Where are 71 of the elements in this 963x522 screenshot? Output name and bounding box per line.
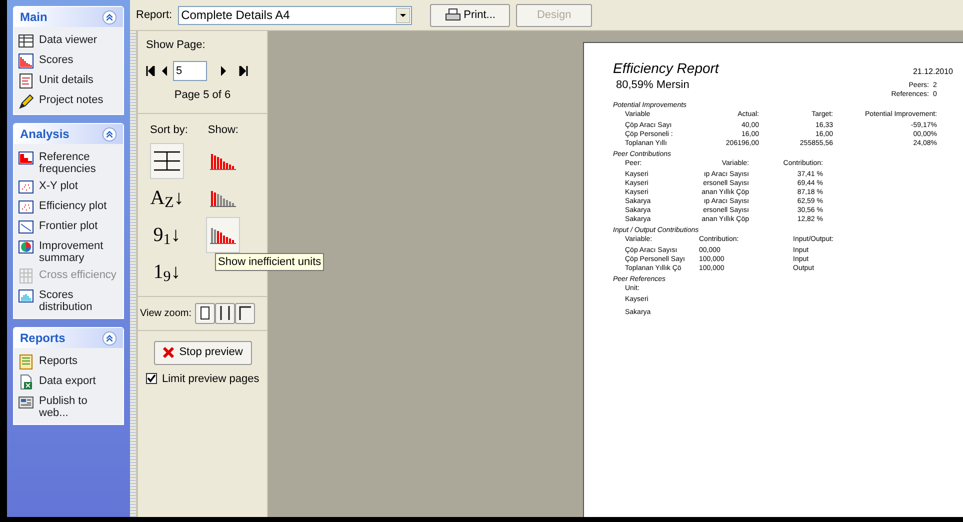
collapse-icon[interactable] (102, 126, 117, 142)
nav-item[interactable]: Project notes (18, 92, 119, 109)
report-select[interactable]: Complete Details A4 (178, 6, 412, 24)
panel-title: Main (20, 9, 48, 26)
bar-chart-icon (210, 152, 236, 170)
nav-item[interactable]: Data export (18, 373, 119, 390)
nav-item[interactable]: Unit details (18, 72, 119, 89)
pen-icon (18, 93, 34, 109)
page-icon (200, 306, 210, 320)
bar-chart-icon (210, 188, 236, 206)
web-page-icon (18, 394, 34, 410)
scatter-plot-icon (18, 179, 34, 195)
chart-icon (18, 150, 34, 166)
zoom-button[interactable] (234, 302, 255, 324)
limit-preview-label: Limit preview pages (162, 372, 260, 386)
nav-item[interactable]: Data viewer (18, 32, 119, 49)
nav-item[interactable]: Publish to web... (18, 393, 119, 419)
spreadsheet-export-icon (18, 374, 34, 390)
sort-button[interactable]: 9$_{1}$↓ (150, 216, 184, 252)
close-icon (162, 346, 176, 359)
report-title: Efficiency Report (613, 60, 719, 76)
previous-page-icon[interactable] (161, 66, 167, 76)
page-info: Page 5 of 6 (174, 88, 231, 102)
sort-button[interactable]: 1$_{9}$↓ (150, 254, 184, 290)
print-button[interactable]: Print... (430, 4, 510, 26)
report-icon (18, 354, 34, 370)
scatter-plot-icon (18, 199, 34, 215)
report-label: Report: (136, 8, 172, 23)
show-page-label: Show Page: (146, 38, 206, 53)
collapse-icon[interactable] (102, 10, 117, 24)
dropdown-arrow-icon (396, 8, 410, 22)
stop-preview-button[interactable]: Stop preview (154, 340, 252, 364)
panel-title: Reports (20, 330, 66, 347)
nav-item[interactable]: Efficiency plot (18, 198, 119, 215)
bar-chart-icon (210, 226, 236, 244)
document-icon (18, 73, 34, 89)
nav-item[interactable]: X-Y plot (18, 178, 119, 195)
grid-icon (18, 33, 34, 49)
view-zoom-label: View zoom: (140, 306, 192, 320)
unit-score: 80,59% Mersin (616, 79, 690, 92)
bar-chart-icon (18, 53, 34, 69)
nav-item[interactable]: Frontier plot (18, 218, 119, 235)
line-plot-icon (18, 219, 34, 235)
next-page-icon[interactable] (221, 66, 227, 76)
tooltip: Show inefficient units (215, 252, 324, 271)
columns-icon (18, 268, 34, 284)
grid-icon (153, 150, 181, 172)
histogram-icon (18, 288, 34, 304)
show-label: Show: (208, 123, 238, 138)
first-page-icon[interactable] (146, 66, 155, 76)
nav-item[interactable]: Scores distribution (18, 287, 119, 313)
printer-icon (444, 8, 461, 22)
collapse-icon[interactable] (102, 330, 117, 346)
nav-item[interactable]: Scores (18, 52, 119, 69)
panel-title: Analysis (20, 126, 70, 143)
zoom-button[interactable] (194, 302, 215, 324)
show-filter-button[interactable] (206, 216, 240, 252)
last-page-icon[interactable] (239, 66, 248, 76)
sort-default-button[interactable] (150, 142, 184, 178)
sort-button[interactable]: A$_{Z}$↓ (150, 180, 184, 216)
limit-preview-checkbox[interactable] (146, 373, 157, 384)
pie-chart-icon (18, 239, 34, 255)
page-input[interactable]: 5 (173, 60, 207, 80)
nav-item[interactable]: Reports (18, 353, 119, 370)
sort-by-label: Sort by: (150, 123, 188, 138)
nav-item[interactable]: Improvement summary (18, 238, 119, 264)
zoom-button[interactable] (214, 302, 235, 324)
page-width-icon (220, 306, 230, 320)
report-date: 21.12.2010 (912, 67, 953, 76)
page-corner-icon (238, 306, 251, 320)
nav-item[interactable]: Reference frequencies (18, 149, 119, 175)
